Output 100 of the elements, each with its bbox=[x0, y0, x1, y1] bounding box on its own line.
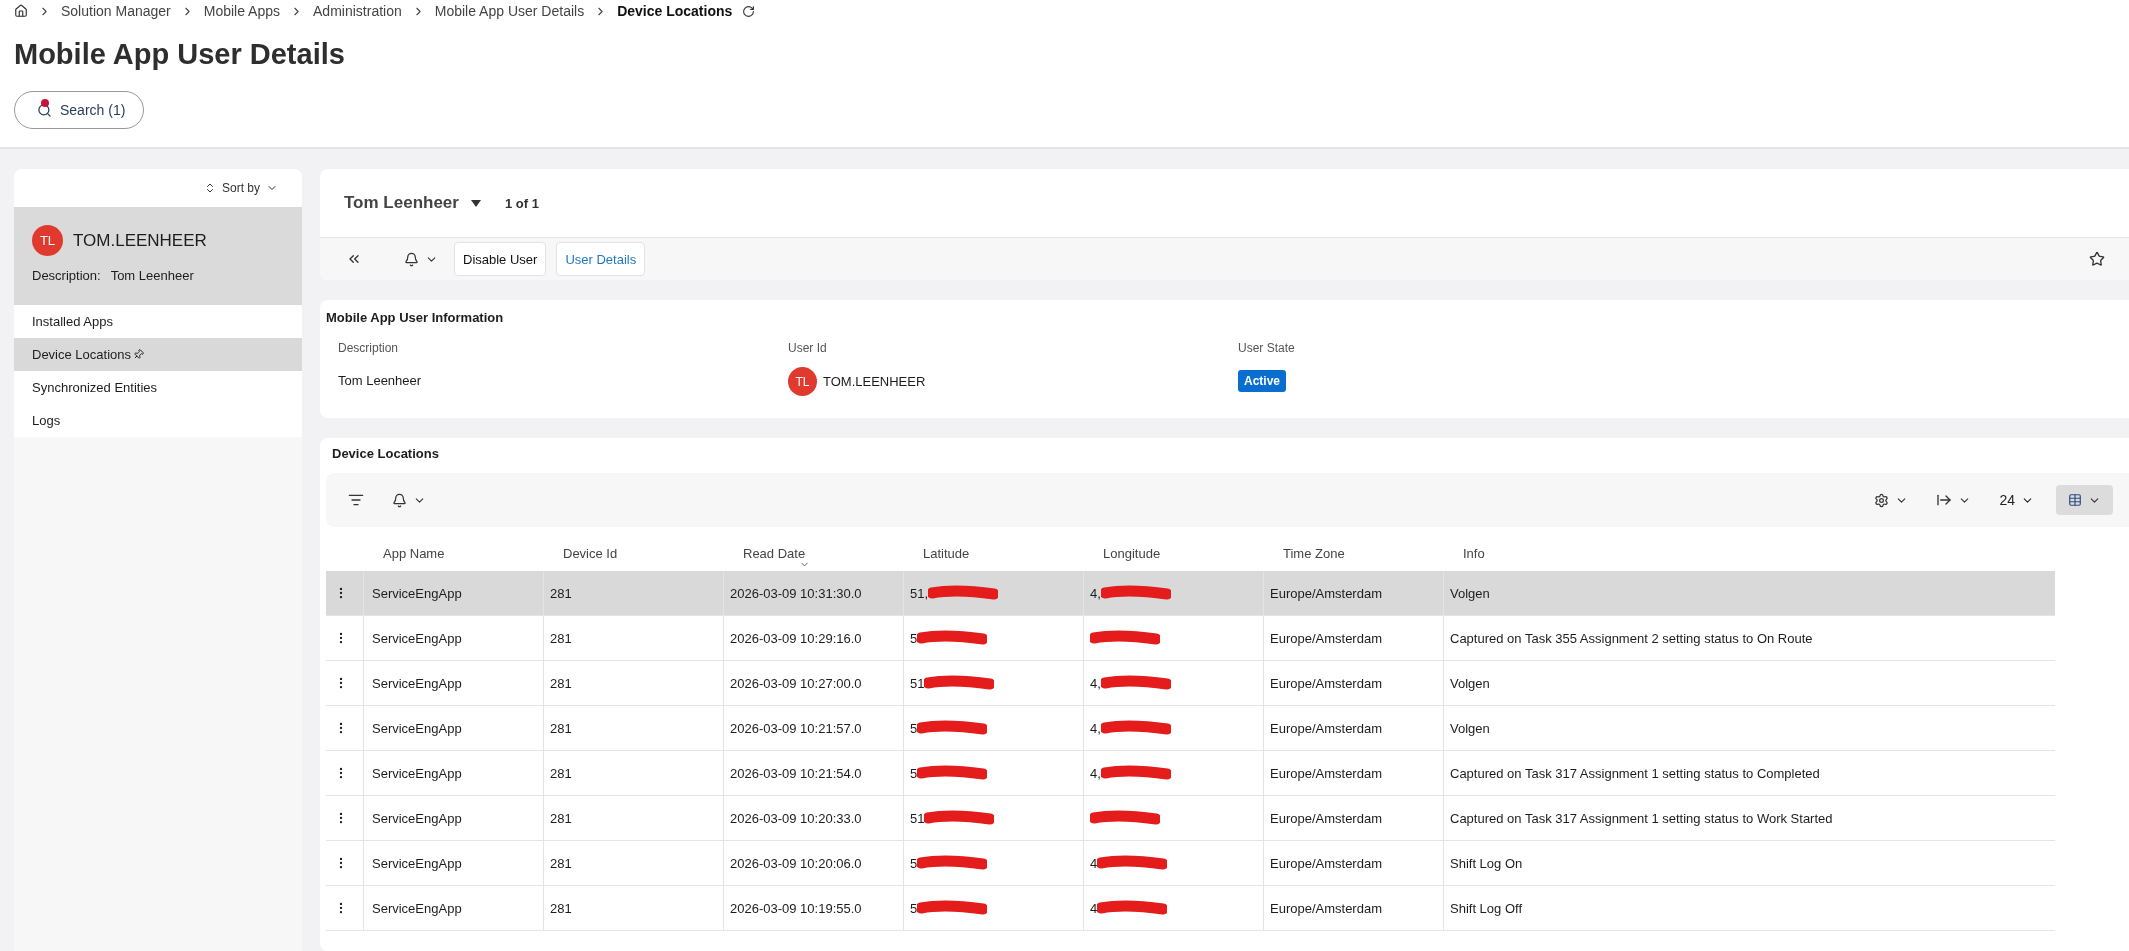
table-cell: Europe/Amsterdam bbox=[1263, 706, 1443, 751]
table-cell: 281 bbox=[543, 661, 723, 706]
description-label: Description: bbox=[32, 268, 101, 283]
column-header[interactable]: Time Zone bbox=[1263, 535, 1443, 571]
table-cell: 5 bbox=[903, 751, 1083, 796]
column-header[interactable]: Info bbox=[1443, 535, 2055, 571]
record-counter: 1 of 1 bbox=[504, 195, 539, 211]
table-cell: 51 bbox=[903, 661, 1083, 706]
redaction-mark bbox=[1100, 719, 1171, 737]
table-cell: 2026-03-09 10:21:54.0 bbox=[723, 751, 903, 796]
table-cell: ServiceEngApp bbox=[363, 751, 543, 796]
column-header[interactable]: Read Date bbox=[723, 535, 903, 571]
table-cell: Volgen bbox=[1443, 571, 2055, 616]
filter-icon bbox=[348, 492, 364, 508]
record-name-dropdown[interactable]: Tom Leenheer bbox=[338, 192, 487, 214]
breadcrumb-link[interactable]: Mobile Apps bbox=[203, 3, 281, 19]
breadcrumb-link[interactable]: Device Locations bbox=[617, 3, 733, 19]
table-cell: 2026-03-09 10:31:30.0 bbox=[723, 571, 903, 616]
table-cell: 4, bbox=[1083, 571, 1263, 616]
action-button[interactable]: User Details bbox=[556, 242, 646, 276]
field-label: User Id bbox=[788, 341, 828, 355]
caret-icon bbox=[470, 199, 481, 207]
table-cell: 51, bbox=[903, 571, 1083, 616]
table-cell: ServiceEngApp bbox=[363, 841, 543, 886]
user-name: TOM.LEENHEER bbox=[73, 230, 207, 251]
redaction-mark bbox=[1100, 584, 1171, 602]
settings-icon bbox=[1874, 492, 1890, 508]
table-cell: Shift Log Off bbox=[1443, 886, 2055, 931]
refresh-icon[interactable] bbox=[742, 4, 756, 18]
table-view-button[interactable] bbox=[2056, 485, 2113, 515]
table-cell: ServiceEngApp bbox=[363, 661, 543, 706]
table-cell: 2026-03-09 10:20:06.0 bbox=[723, 841, 903, 886]
redaction-mark bbox=[917, 854, 988, 872]
field-label: User State bbox=[1238, 341, 1296, 355]
search-button[interactable]: Search (1) bbox=[14, 91, 145, 129]
sort-icon bbox=[204, 182, 216, 194]
redaction-mark bbox=[1097, 854, 1168, 872]
table-cell: Europe/Amsterdam bbox=[1263, 616, 1443, 661]
breadcrumb-link[interactable]: Administration bbox=[313, 3, 402, 19]
table-cell: 4 bbox=[1083, 841, 1263, 886]
table-cell: ServiceEngApp bbox=[363, 706, 543, 751]
redaction-mark bbox=[917, 899, 988, 917]
table-cell: Volgen bbox=[1443, 661, 2055, 706]
table-cell: 5 bbox=[903, 706, 1083, 751]
section-title: Mobile App User Information bbox=[325, 309, 505, 325]
action-button[interactable]: Disable User bbox=[454, 242, 547, 276]
status-badge: Active bbox=[1238, 369, 1287, 392]
section-title: Device Locations bbox=[331, 445, 440, 461]
table-cell: 4, bbox=[1083, 661, 1263, 706]
table-cell: 281 bbox=[543, 796, 723, 841]
table-cell: 281 bbox=[543, 616, 723, 661]
bell-icon bbox=[392, 492, 407, 508]
table-cell: ServiceEngApp bbox=[363, 886, 543, 931]
table-cell: Shift Log On bbox=[1443, 841, 2055, 886]
table-cell: Captured on Task 355 Assignment 2 setting status to On Route bbox=[1443, 616, 2055, 661]
field-label: Description bbox=[338, 341, 400, 355]
table-cell: Europe/Amsterdam bbox=[1263, 751, 1443, 796]
table-cell: Volgen bbox=[1443, 706, 2055, 751]
redaction-mark bbox=[1090, 809, 1160, 827]
table-cell: 2026-03-09 10:27:00.0 bbox=[723, 661, 903, 706]
breadcrumb-link[interactable]: Solution Manager bbox=[61, 3, 171, 19]
redaction-mark bbox=[917, 629, 988, 647]
breadcrumb-link[interactable]: Mobile App User Details bbox=[434, 3, 585, 19]
column-header[interactable]: App Name bbox=[363, 535, 543, 571]
column-header[interactable]: Device Id bbox=[543, 535, 723, 571]
table-cell: 5 bbox=[903, 886, 1083, 931]
table-cell: Europe/Amsterdam bbox=[1263, 661, 1443, 706]
redaction-mark bbox=[1100, 674, 1171, 692]
table-cell: 281 bbox=[543, 841, 723, 886]
redaction-mark bbox=[917, 719, 988, 737]
redaction-mark bbox=[924, 674, 995, 692]
sort-button[interactable]: Sort by bbox=[198, 180, 284, 196]
page-size-dropdown[interactable]: 24 bbox=[1993, 491, 2040, 509]
user-card[interactable]: TL TOM.LEENHEER Description: Tom Leenheer bbox=[14, 207, 302, 305]
table-cell: Europe/Amsterdam bbox=[1263, 796, 1443, 841]
redaction-mark bbox=[1090, 629, 1160, 647]
table-cell: Europe/Amsterdam bbox=[1263, 886, 1443, 931]
field-value: Tom Leenheer bbox=[338, 373, 422, 388]
home-icon[interactable] bbox=[14, 4, 28, 18]
redaction-mark bbox=[924, 809, 995, 827]
table-cell: ServiceEngApp bbox=[363, 796, 543, 841]
user-avatar: TL bbox=[32, 225, 63, 256]
nav-item[interactable]: Device Locations bbox=[14, 338, 302, 371]
table-cell: 281 bbox=[543, 571, 723, 616]
table-cell: ServiceEngApp bbox=[363, 571, 543, 616]
search-icon bbox=[37, 102, 52, 118]
column-header[interactable]: Latitude bbox=[903, 535, 1083, 571]
user-avatar: TL bbox=[788, 367, 817, 396]
table-cell: 4 bbox=[1083, 886, 1263, 931]
table-cell: 2026-03-09 10:20:33.0 bbox=[723, 796, 903, 841]
redaction-mark bbox=[917, 764, 988, 782]
page-title: Mobile App User Details bbox=[14, 38, 346, 71]
table-cell: ServiceEngApp bbox=[363, 616, 543, 661]
table-cell: Europe/Amsterdam bbox=[1263, 841, 1443, 886]
table-cell: 2026-03-09 10:21:57.0 bbox=[723, 706, 903, 751]
table-cell: Captured on Task 317 Assignment 1 setting status to Completed bbox=[1443, 751, 2055, 796]
description-value: Tom Leenheer bbox=[110, 268, 194, 283]
field-value: TOM.LEENHEER bbox=[823, 374, 926, 389]
column-header[interactable]: Longitude bbox=[1083, 535, 1263, 571]
table-cell: 51 bbox=[903, 796, 1083, 841]
